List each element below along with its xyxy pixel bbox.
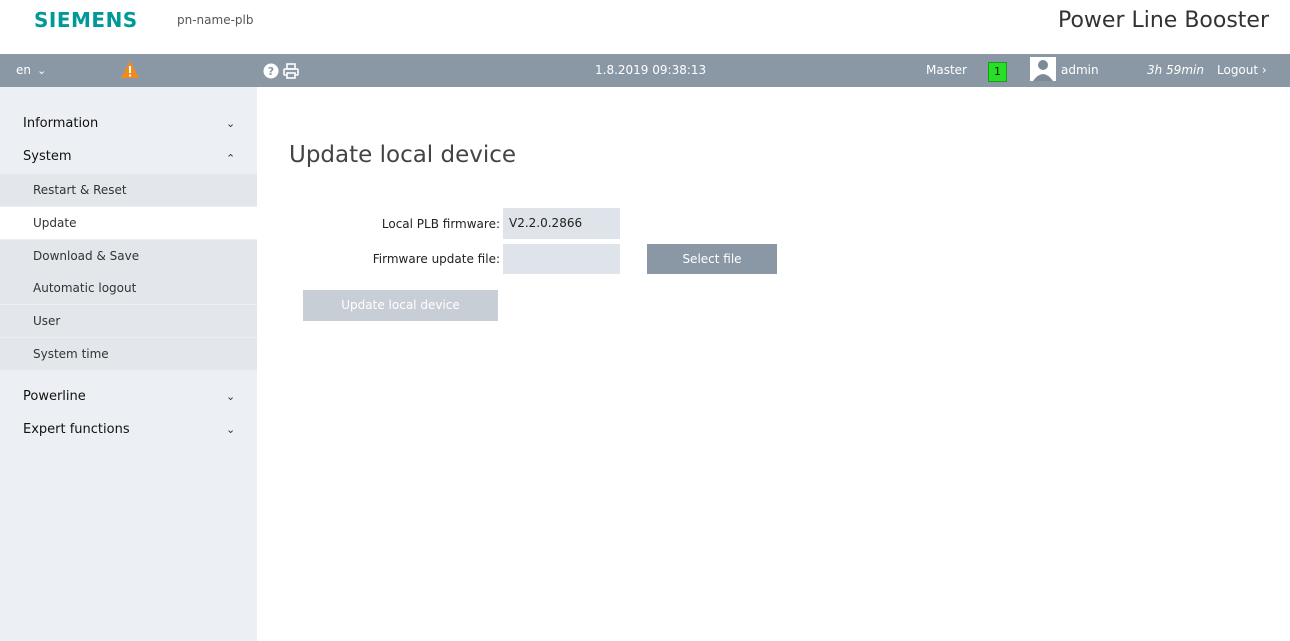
sidebar-item-system-time[interactable]: System time — [0, 338, 257, 370]
sidebar-item-label: Restart & Reset — [33, 183, 127, 197]
chevron-down-icon: ⌄ — [226, 423, 236, 436]
session-timer: 3h 59min — [1147, 63, 1204, 77]
username: admin — [1061, 63, 1099, 77]
chevron-right-icon: › — [1261, 63, 1267, 77]
language-label: en — [16, 63, 31, 77]
sidebar: Information ⌄ System ⌃ Restart & Reset U… — [0, 87, 257, 641]
chevron-down-icon: ⌄ — [37, 64, 47, 77]
sidebar-item-expert-functions[interactable]: Expert functions ⌄ — [0, 414, 257, 446]
sidebar-item-label: System time — [33, 347, 109, 361]
sidebar-item-restart-reset[interactable]: Restart & Reset — [0, 174, 257, 206]
warning-icon[interactable] — [120, 60, 140, 80]
sidebar-item-label: Update — [33, 216, 77, 230]
firmware-file-label: Firmware update file: — [372, 252, 500, 266]
sidebar-item-label: Powerline — [23, 389, 86, 404]
page-title: Update local device — [289, 142, 517, 168]
sidebar-item-automatic-logout[interactable]: Automatic logout — [0, 272, 257, 304]
firmware-file-field[interactable] — [503, 244, 620, 274]
firmware-label: Local PLB firmware: — [381, 217, 500, 231]
logout-label: Logout — [1217, 63, 1259, 77]
siemens-logo: SIEMENS — [34, 8, 138, 32]
current-datetime: 1.8.2019 09:38:13 — [595, 63, 707, 77]
sidebar-item-information[interactable]: Information ⌄ — [0, 108, 257, 140]
sidebar-item-label: System — [23, 149, 72, 164]
firmware-version-value: V2.2.0.2866 — [503, 208, 620, 239]
chevron-up-icon: ⌃ — [226, 152, 236, 165]
top-bar: en ⌄ ? 1.8.2019 09:38:13 Master 1 admin 3… — [0, 54, 1290, 87]
sidebar-item-update[interactable]: Update — [0, 207, 257, 239]
sidebar-item-user[interactable]: User — [0, 305, 257, 337]
update-local-device-button[interactable]: Update local device — [303, 290, 498, 321]
svg-text:?: ? — [268, 65, 274, 78]
language-selector[interactable]: en ⌄ — [16, 54, 46, 87]
sidebar-item-label: Information — [23, 116, 99, 131]
sidebar-item-label: Automatic logout — [33, 281, 137, 295]
print-icon[interactable] — [283, 63, 299, 79]
help-icon[interactable]: ? — [263, 63, 279, 79]
sidebar-item-download-save[interactable]: Download & Save — [0, 240, 257, 272]
sidebar-item-label: Download & Save — [33, 249, 140, 263]
product-title: Power Line Booster — [1057, 8, 1269, 33]
chevron-down-icon: ⌄ — [226, 117, 236, 130]
sidebar-item-label: Expert functions — [23, 422, 130, 437]
station-name: pn-name-plb — [177, 13, 254, 27]
sidebar-item-system[interactable]: System ⌃ — [0, 141, 257, 173]
master-indicator: 1 — [988, 62, 1007, 82]
select-file-button[interactable]: Select file — [647, 244, 777, 274]
role-label: Master — [926, 63, 967, 77]
sidebar-item-powerline[interactable]: Powerline ⌄ — [0, 381, 257, 413]
user-icon — [1030, 57, 1056, 81]
app-header: SIEMENS pn-name-plb Power Line Booster — [0, 0, 1290, 54]
chevron-down-icon: ⌄ — [226, 390, 236, 403]
logout-button[interactable]: Logout › — [1217, 54, 1267, 87]
sidebar-item-label: User — [33, 314, 61, 328]
